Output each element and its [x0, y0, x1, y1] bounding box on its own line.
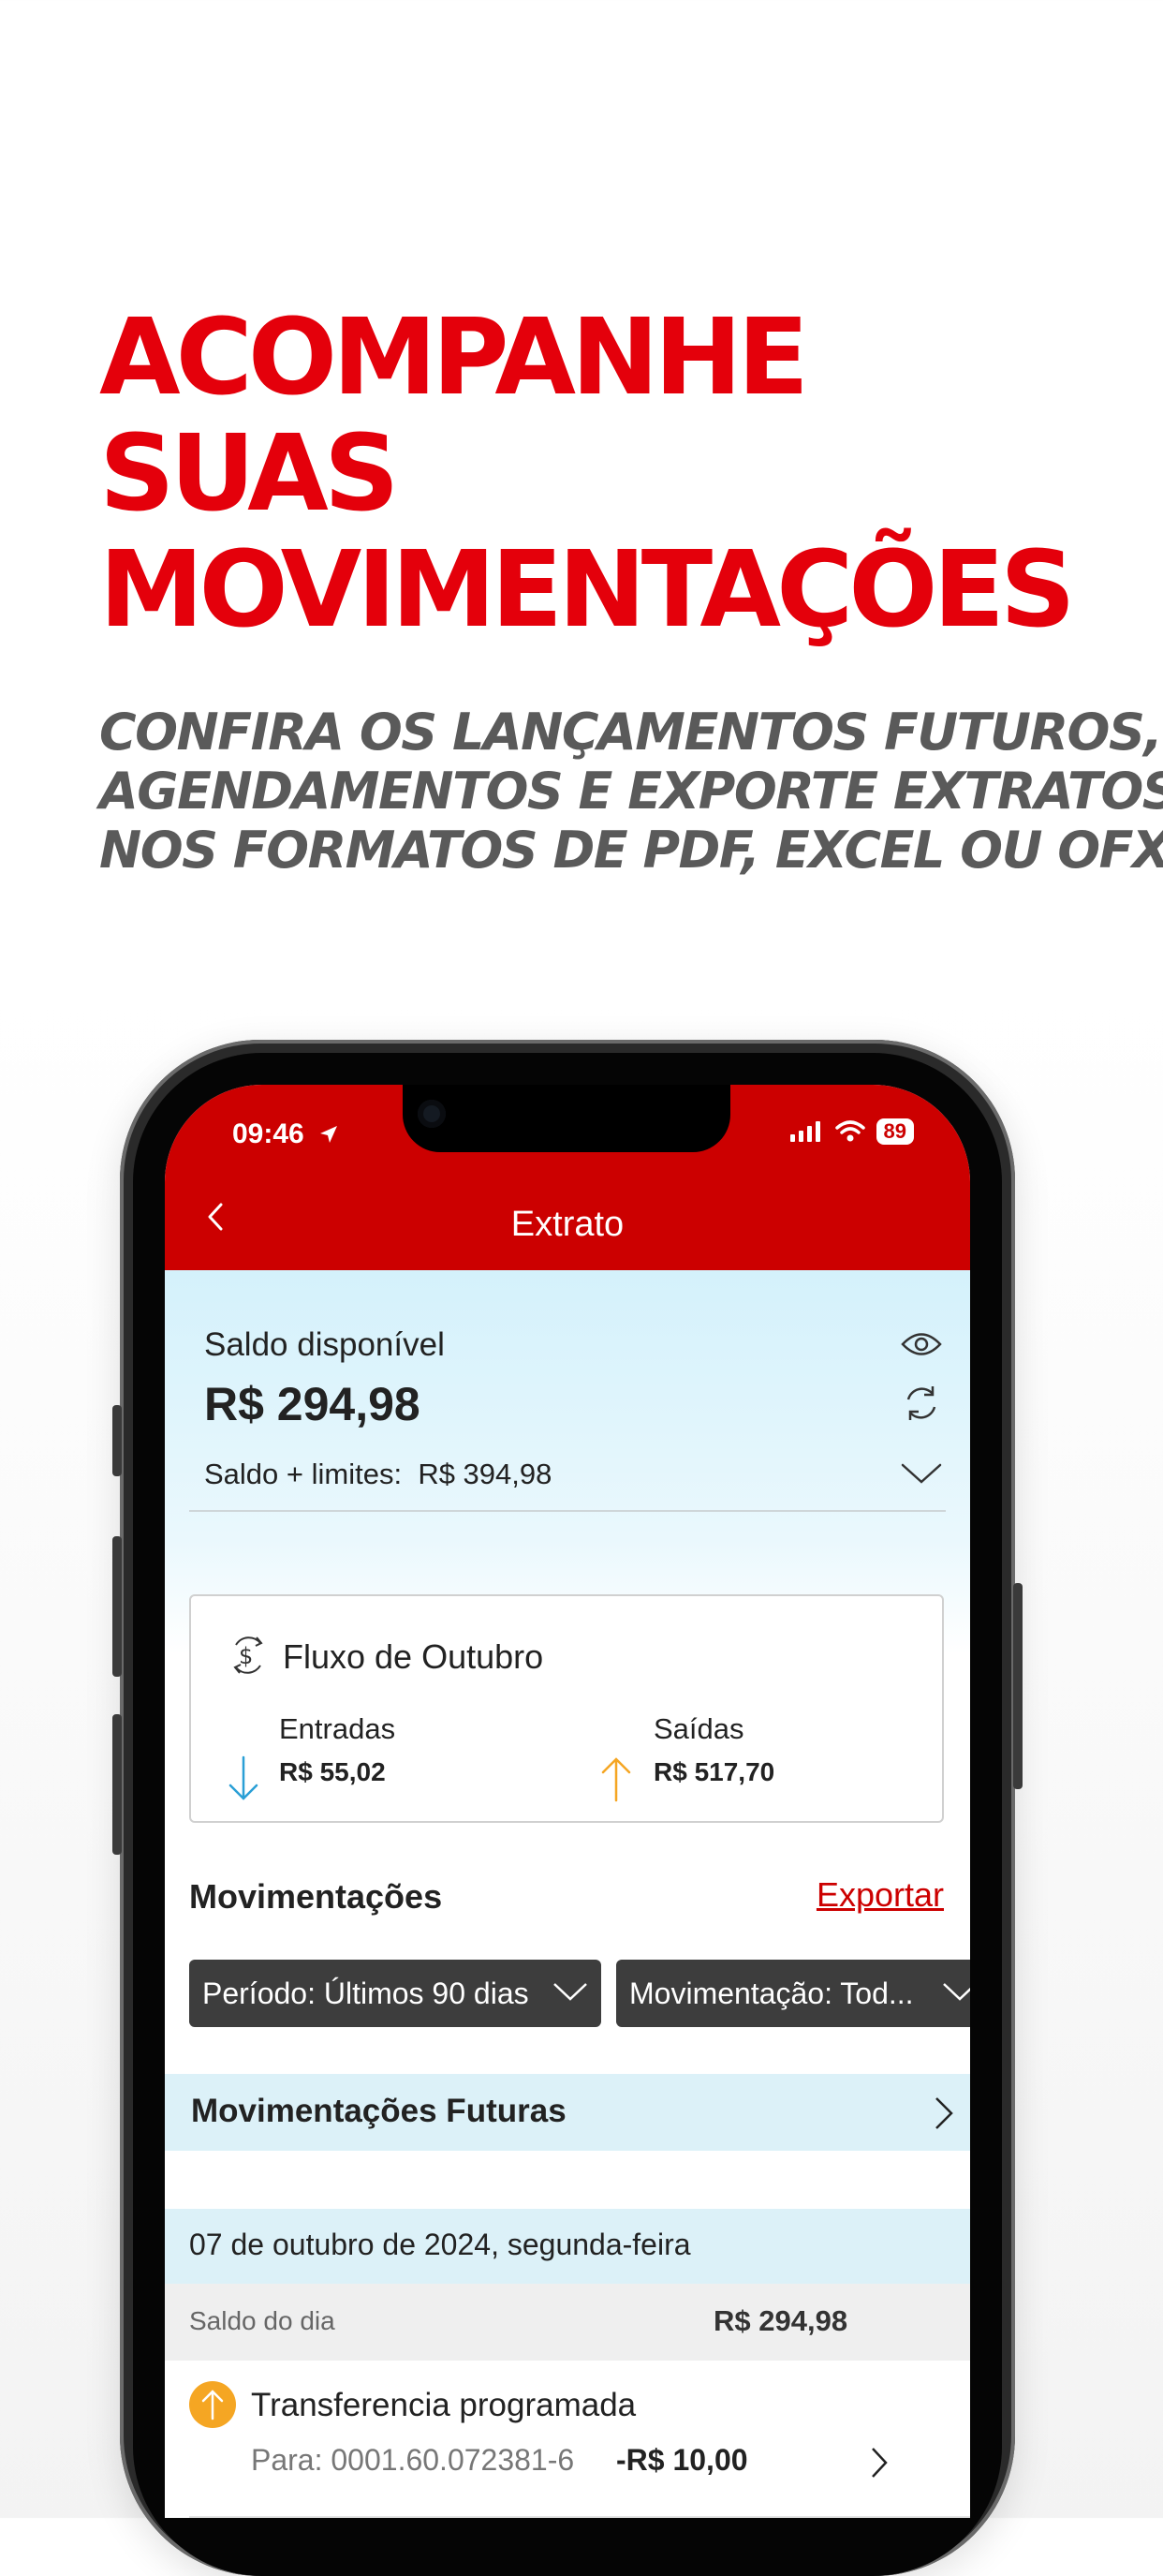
status-time: 09:46: [232, 1118, 340, 1150]
side-button-volume-down: [112, 1714, 122, 1855]
movement-type-filter-dropdown[interactable]: Movimentação: Tod...: [616, 1960, 970, 2027]
transaction-title: Transferencia programada: [251, 2387, 637, 2423]
location-arrow-icon: [320, 1126, 338, 1143]
subline-line-1: CONFIRA OS LANÇAMENTOS FUTUROS,: [99, 703, 1163, 762]
outgoing-label: Saídas: [654, 1712, 744, 1745]
day-balance-row: Saldo do dia R$ 294,98: [165, 2284, 970, 2361]
headline-line-3: MOVIMENTAÇÕES: [99, 529, 1076, 651]
chevron-down-icon: [943, 1983, 970, 2001]
chevron-right-icon: [935, 2097, 953, 2129]
period-filter-label: Período: Últimos 90 dias: [202, 1976, 529, 2010]
eye-icon[interactable]: [901, 1330, 942, 1358]
limits-value: R$ 394,98: [418, 1458, 552, 1490]
outgoing-value: R$ 517,70: [654, 1757, 775, 1786]
status-time-text: 09:46: [232, 1118, 304, 1149]
promo-block: ACOMPANHE SUAS MOVIMENTAÇÕES CONFIRA OS …: [99, 300, 1163, 880]
battery-indicator: 89: [876, 1118, 914, 1145]
money-flow-icon: $: [233, 1636, 263, 1674]
headline-line-2: SUAS: [99, 413, 400, 535]
balance-label: Saldo disponível: [204, 1326, 445, 1363]
arrow-up-icon: [601, 1757, 631, 1802]
wifi-icon: [834, 1120, 865, 1142]
refresh-icon[interactable]: [901, 1383, 942, 1424]
device-notch: [403, 1085, 730, 1152]
page-title: Extrato: [510, 1205, 625, 1244]
date-label: 07 de outubro de 2024, segunda-feira: [189, 2228, 691, 2261]
status-icons: 89: [789, 1118, 914, 1145]
promo-headline: ACOMPANHE SUAS MOVIMENTAÇÕES: [99, 300, 1111, 648]
outgoing-transfer-icon: [189, 2381, 236, 2428]
flow-title: Fluxo de Outubro: [283, 1637, 544, 1676]
chevron-right-icon: [872, 2448, 888, 2478]
period-filter-dropdown[interactable]: Período: Últimos 90 dias: [189, 1960, 601, 2027]
movement-type-filter-label: Movimentação: Tod...: [629, 1976, 914, 2010]
movements-title: Movimentações: [189, 1877, 443, 1916]
arrow-down-icon: [228, 1755, 258, 1800]
transaction-row[interactable]: Transferencia programada Para: 0001.60.0…: [165, 2361, 970, 2518]
export-link[interactable]: Exportar: [817, 1875, 944, 1915]
subline-line-3: NOS FORMATOS DE PDF, EXCEL OU OFX.: [99, 821, 1163, 880]
phone-screen: 09:46 89 Extrato Saldo disponível R$ 294…: [165, 1085, 970, 2518]
limits-label: Saldo + limites:: [204, 1458, 403, 1490]
headline-line-1: ACOMPANHE: [99, 297, 809, 419]
transaction-subtitle: Para: 0001.60.072381-6: [251, 2443, 575, 2477]
subline-line-2: AGENDAMENTOS E EXPORTE EXTRATOS: [99, 762, 1163, 821]
chevron-down-icon: [553, 1983, 587, 2001]
transaction-amount: -R$ 10,00: [616, 2443, 748, 2477]
day-balance-label: Saldo do dia: [189, 2306, 335, 2335]
chevron-down-icon[interactable]: [901, 1461, 942, 1486]
front-camera: [418, 1100, 446, 1128]
balance-limits: Saldo + limites: R$ 394,98: [204, 1458, 552, 1491]
side-button-mute: [112, 1405, 122, 1476]
monthly-flow-card[interactable]: $ Fluxo de Outubro Entradas R$ 55,02 Saí…: [189, 1594, 944, 1823]
balance-divider: [189, 1510, 946, 1512]
incoming-label: Entradas: [279, 1712, 396, 1745]
date-header: 07 de outubro de 2024, segunda-feira: [165, 2209, 970, 2284]
signal-icon: [789, 1121, 820, 1142]
side-button-power: [1013, 1583, 1023, 1789]
side-button-volume-up: [112, 1536, 122, 1677]
balance-value: R$ 294,98: [204, 1378, 420, 1430]
future-movements-row[interactable]: Movimentações Futuras: [165, 2074, 970, 2151]
incoming-value: R$ 55,02: [279, 1757, 386, 1786]
promo-subline: CONFIRA OS LANÇAMENTOS FUTUROS, AGENDAME…: [99, 703, 1163, 880]
future-movements-label: Movimentações Futuras: [191, 2093, 567, 2129]
day-balance-value: R$ 294,98: [714, 2304, 848, 2337]
